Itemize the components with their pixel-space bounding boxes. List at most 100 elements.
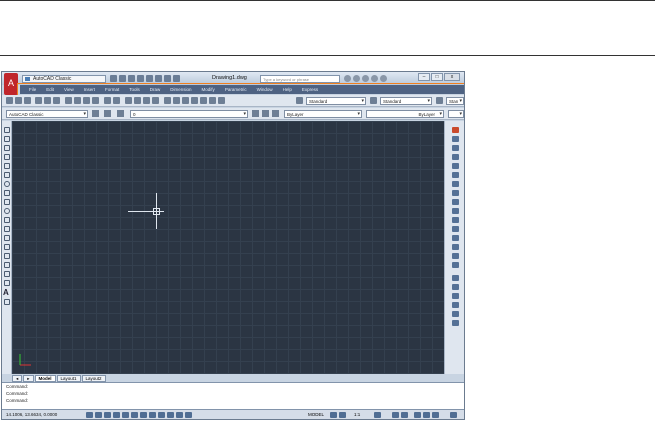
array-icon[interactable] xyxy=(452,163,459,169)
workspace-select[interactable]: AutoCAD Classic xyxy=(6,110,88,118)
lock-icon[interactable] xyxy=(401,412,408,418)
ortho-toggle-icon[interactable] xyxy=(104,412,111,418)
annotation-visibility-icon[interactable] xyxy=(374,412,381,418)
tab-layout2[interactable]: Layout2 xyxy=(81,374,106,382)
plot-icon[interactable] xyxy=(146,75,153,82)
plot-icon[interactable] xyxy=(35,97,42,104)
help-icon[interactable] xyxy=(380,75,387,82)
help-icon[interactable] xyxy=(218,97,225,104)
cut-icon[interactable] xyxy=(65,97,72,104)
stretch-icon[interactable] xyxy=(452,199,459,205)
matchprop-icon[interactable] xyxy=(92,97,99,104)
draworder-front-icon[interactable] xyxy=(452,284,459,290)
addselected-icon[interactable] xyxy=(4,299,10,305)
extend-icon[interactable] xyxy=(452,217,459,223)
mtext-icon[interactable]: A xyxy=(3,288,9,297)
table-style-select[interactable]: Stan xyxy=(446,97,464,105)
undo-icon[interactable] xyxy=(155,75,162,82)
isolate-objects-icon[interactable] xyxy=(423,412,430,418)
text-above-icon[interactable] xyxy=(452,320,459,326)
text-style-select[interactable]: Standard xyxy=(306,97,366,105)
circle-icon[interactable] xyxy=(4,181,10,187)
fillet-icon[interactable] xyxy=(452,253,459,259)
drawing-canvas[interactable] xyxy=(12,121,444,374)
model-space-button[interactable]: MODEL xyxy=(308,412,324,417)
tpy-toggle-icon[interactable] xyxy=(167,412,174,418)
properties-icon[interactable] xyxy=(164,97,171,104)
subscription-icon[interactable] xyxy=(353,75,360,82)
menu-parametric[interactable]: Parametric xyxy=(220,85,252,94)
designcenter-icon[interactable] xyxy=(173,97,180,104)
markup-icon[interactable] xyxy=(200,97,207,104)
maximize-button[interactable]: □ xyxy=(431,73,443,81)
open-icon[interactable] xyxy=(119,75,126,82)
tab-nav-first[interactable]: ◂ xyxy=(12,374,23,382)
layer-previous-icon[interactable] xyxy=(262,110,269,117)
menu-format[interactable]: Format xyxy=(100,85,124,94)
layer-match-icon[interactable] xyxy=(272,110,279,117)
publish-icon[interactable] xyxy=(53,97,60,104)
menu-help[interactable]: Help xyxy=(278,85,297,94)
mirror-icon[interactable] xyxy=(452,145,459,151)
menu-file[interactable]: File xyxy=(24,85,41,94)
spline-icon[interactable] xyxy=(4,199,10,205)
save-icon[interactable] xyxy=(128,75,135,82)
polygon-icon[interactable] xyxy=(4,154,10,160)
scale-icon[interactable] xyxy=(452,190,459,196)
insert-block-icon[interactable] xyxy=(4,226,10,232)
rectangle-icon[interactable] xyxy=(4,163,10,169)
minimize-button[interactable]: – xyxy=(418,73,430,81)
zoom-previous-icon[interactable] xyxy=(152,97,159,104)
make-current-icon[interactable] xyxy=(252,110,259,117)
tab-nav-last[interactable]: ▸ xyxy=(23,374,34,382)
make-block-icon[interactable] xyxy=(4,235,10,241)
linetype-select[interactable]: ByLayer xyxy=(366,110,444,118)
dyn-toggle-icon[interactable] xyxy=(149,412,156,418)
clean-screen-icon[interactable] xyxy=(450,412,457,418)
command-prompt[interactable]: Command: xyxy=(2,397,464,404)
region-icon[interactable] xyxy=(4,271,10,277)
ellipse-icon[interactable] xyxy=(4,208,10,214)
osnap-toggle-icon[interactable] xyxy=(122,412,129,418)
redo-icon[interactable] xyxy=(113,97,120,104)
menu-insert[interactable]: Insert xyxy=(79,85,100,94)
zoom-realtime-icon[interactable] xyxy=(134,97,141,104)
open-icon[interactable] xyxy=(15,97,22,104)
dim-style-select[interactable]: Standard xyxy=(380,97,432,105)
lineweight-select[interactable] xyxy=(448,110,464,118)
pan-icon[interactable] xyxy=(125,97,132,104)
lwt-toggle-icon[interactable] xyxy=(158,412,165,418)
polyline-icon[interactable] xyxy=(4,145,10,151)
workspace-settings-icon[interactable] xyxy=(92,110,99,117)
qnew-icon[interactable] xyxy=(6,97,13,104)
offset-icon[interactable] xyxy=(452,154,459,160)
search-icon[interactable] xyxy=(344,75,351,82)
grid-toggle-icon[interactable] xyxy=(95,412,102,418)
copy-object-icon[interactable] xyxy=(452,136,459,142)
layer-select[interactable]: 0 xyxy=(130,110,248,118)
layer-state-icon[interactable] xyxy=(117,110,124,117)
drawing-quickview-icon[interactable] xyxy=(339,412,346,418)
redo-icon[interactable] xyxy=(164,75,171,82)
bring-above-icon[interactable] xyxy=(452,302,459,308)
line-icon[interactable] xyxy=(4,127,10,133)
move-icon[interactable] xyxy=(452,172,459,178)
qp-toggle-icon[interactable] xyxy=(176,412,183,418)
preview-icon[interactable] xyxy=(44,97,51,104)
customize-icon[interactable] xyxy=(173,75,180,82)
menu-modify[interactable]: Modify xyxy=(197,85,220,94)
ducs-toggle-icon[interactable] xyxy=(140,412,147,418)
sheetset-icon[interactable] xyxy=(191,97,198,104)
new-icon[interactable] xyxy=(110,75,117,82)
menu-window[interactable]: Window xyxy=(252,85,278,94)
zoom-window-icon[interactable] xyxy=(143,97,150,104)
revcloud-icon[interactable] xyxy=(4,190,10,196)
sc-toggle-icon[interactable] xyxy=(185,412,192,418)
command-window[interactable]: Command: Command: Command: xyxy=(2,382,464,409)
draworder-icon[interactable] xyxy=(452,275,459,281)
snap-toggle-icon[interactable] xyxy=(86,412,93,418)
layout-quickview-icon[interactable] xyxy=(330,412,337,418)
trim-icon[interactable] xyxy=(452,208,459,214)
menu-dimension[interactable]: Dimension xyxy=(165,85,196,94)
join-icon[interactable] xyxy=(452,235,459,241)
